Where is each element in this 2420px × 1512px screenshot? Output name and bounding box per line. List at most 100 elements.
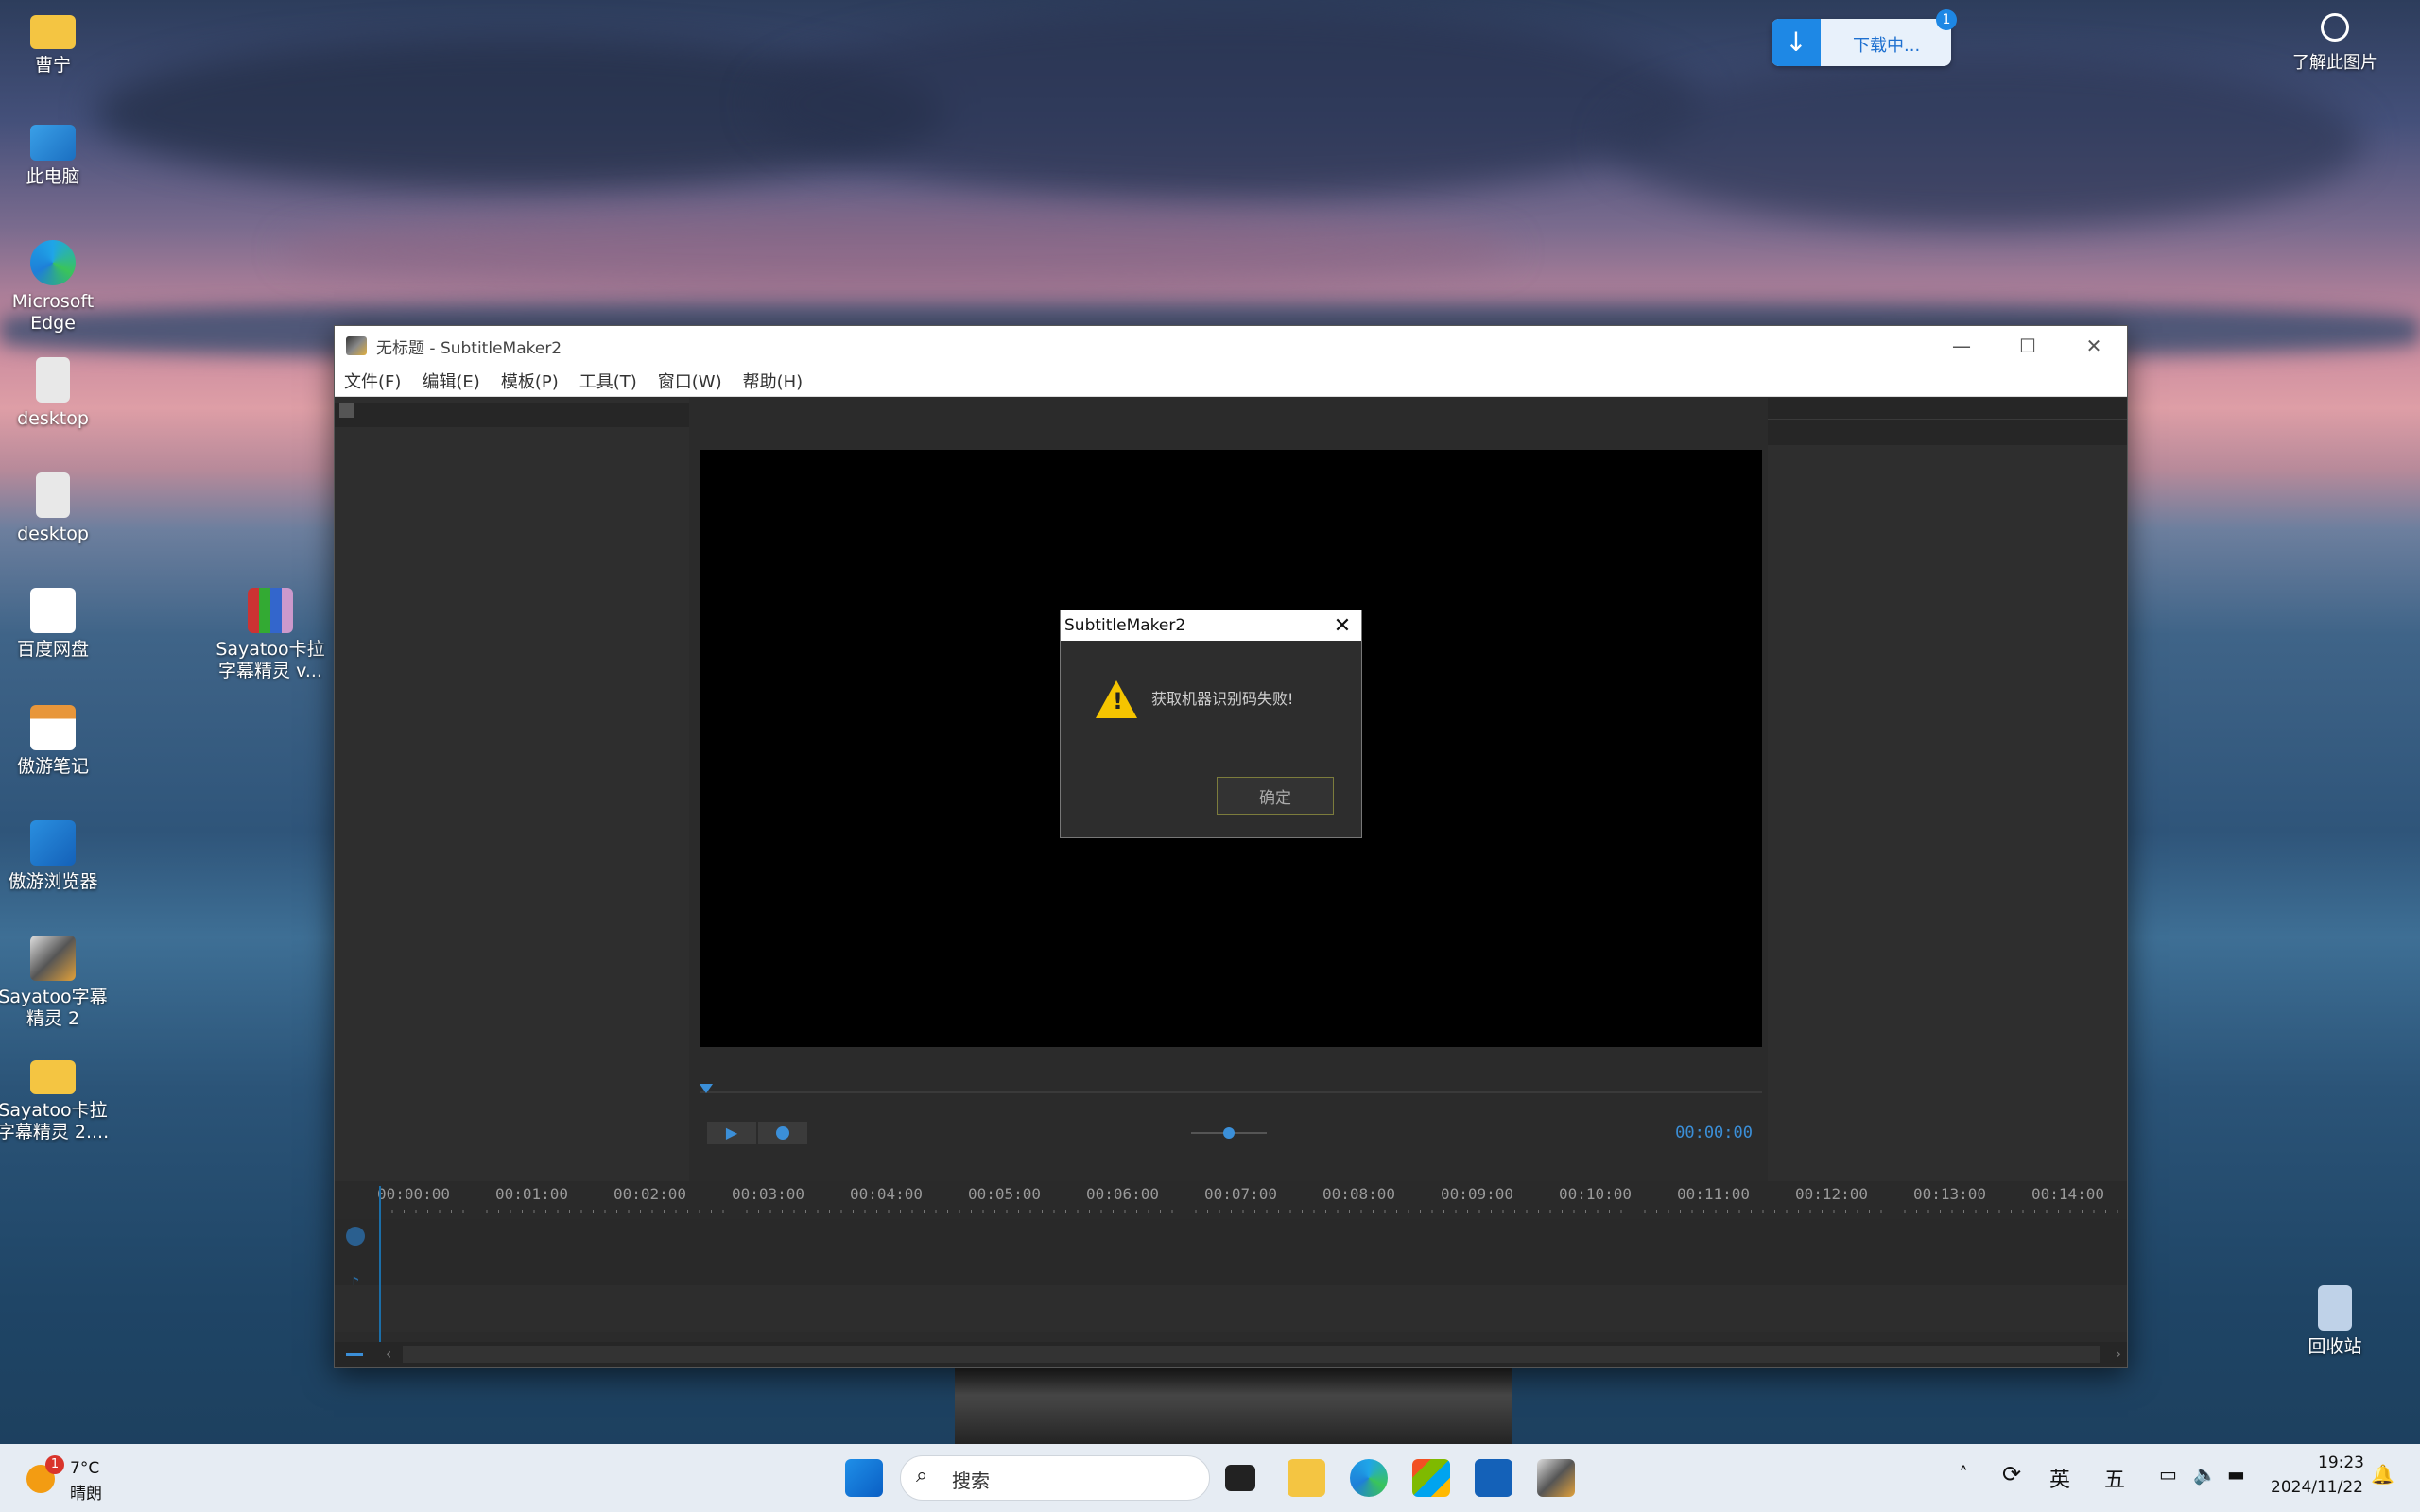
ime-mode[interactable]: 五	[2104, 1463, 2125, 1493]
task-view-icon[interactable]	[1225, 1465, 1255, 1491]
desktop-icon-this-pc[interactable]: 此电脑	[0, 125, 110, 188]
monitor-icon	[30, 125, 76, 161]
menu-window[interactable]: 窗口(W)	[658, 369, 722, 393]
ok-button[interactable]: 确定	[1217, 777, 1334, 815]
volume-knob[interactable]	[1223, 1127, 1235, 1139]
timeline-tick: 00:08:00	[1322, 1185, 1396, 1203]
desktop-icon-baidu[interactable]: 百度网盘	[0, 588, 110, 661]
menu-help[interactable]: 帮助(H)	[743, 369, 804, 393]
tray-chevron-icon[interactable]: ˄	[1959, 1463, 1968, 1486]
edge-taskbar-icon[interactable]	[1350, 1459, 1388, 1497]
search-placeholder: 搜索	[952, 1469, 990, 1492]
desktop-icon-desktop-1[interactable]: desktop	[0, 357, 110, 430]
panel-toggle[interactable]	[339, 403, 354, 418]
timeline-scrollbar[interactable]: ‹ ›	[335, 1342, 2127, 1367]
menu-template[interactable]: 模板(P)	[501, 369, 559, 393]
minimize-button[interactable]: —	[1928, 326, 1995, 366]
download-widget[interactable]: ↓ 下载中... 1	[1772, 9, 1957, 66]
timeline-tick: 00:10:00	[1559, 1185, 1633, 1203]
subtitlemaker-window: 无标题 - SubtitleMaker2 — ☐ ✕ 文件(F) 编辑(E) 模…	[334, 325, 2128, 1368]
scroll-track[interactable]	[403, 1346, 2100, 1363]
search-box[interactable]: ⌕ 搜索	[900, 1455, 1210, 1501]
file-gear-icon	[36, 472, 70, 518]
menu-file[interactable]: 文件(F)	[344, 369, 401, 393]
desktop-icon-label: Microsoft Edge	[11, 291, 95, 334]
timeline-tick: 00:01:00	[495, 1185, 569, 1203]
desktop-icon-sayatoo-karaoke-folder[interactable]: Sayatoo卡拉字幕精灵 2....	[0, 1055, 110, 1143]
transport-controls: ▶ 00:00:00	[700, 1073, 1762, 1177]
search-icon: ⌕	[916, 1464, 928, 1487]
desktop-icon-edge[interactable]: Microsoft Edge	[0, 240, 110, 335]
subtitlemaker-taskbar-icon[interactable]	[1537, 1459, 1575, 1497]
learn-picture-button[interactable]: 了解此图片	[2288, 13, 2382, 74]
desktop-icon-recycle-bin[interactable]: 回收站	[2278, 1285, 2392, 1358]
weather-temp: 7°C	[70, 1459, 100, 1478]
right-panel-header	[1768, 398, 2127, 445]
timeline-subtitle-track[interactable]: ♪	[335, 1219, 2127, 1295]
scroll-right-icon[interactable]: ›	[2116, 1345, 2121, 1363]
play-button[interactable]: ▶	[707, 1122, 756, 1144]
stop-button[interactable]	[758, 1122, 807, 1144]
ime-lang[interactable]: 英	[2049, 1463, 2070, 1493]
timeline-empty-track[interactable]	[335, 1285, 2127, 1332]
volume-icon[interactable]: 🔈	[2193, 1463, 2217, 1486]
file-gear-icon	[36, 357, 70, 403]
desktop-icon-maxthon-browser[interactable]: 傲游浏览器	[0, 820, 110, 893]
timeline-tick: 00:07:00	[1204, 1185, 1278, 1203]
desktop-icon-desktop-2[interactable]: desktop	[0, 472, 110, 545]
weather-badge: 1	[45, 1455, 64, 1474]
timeline-tick: 00:02:00	[614, 1185, 687, 1203]
maxthon-taskbar-icon[interactable]	[1475, 1459, 1512, 1497]
window-titlebar[interactable]: 无标题 - SubtitleMaker2 — ☐ ✕	[335, 326, 2127, 366]
cloud	[284, 208, 1512, 293]
zoom-slider-icon[interactable]	[346, 1353, 363, 1356]
warning-icon: !	[1096, 680, 1137, 718]
weather-widget[interactable]: 1 7°C 晴朗	[21, 1455, 125, 1503]
progress-marker-icon[interactable]	[700, 1084, 713, 1093]
error-dialog: SubtitleMaker2 ✕ ! 获取机器识别码失败! 确定	[1060, 610, 1362, 838]
sync-icon[interactable]: ⟳	[2002, 1461, 2021, 1487]
progress-track[interactable]	[700, 1091, 1762, 1093]
timeline-tick: 00:09:00	[1441, 1185, 1514, 1203]
maximize-button[interactable]: ☐	[1995, 326, 2061, 366]
scroll-left-icon[interactable]: ‹	[386, 1345, 391, 1363]
menu-tools[interactable]: 工具(T)	[579, 369, 637, 393]
battery-icon[interactable]: ▬	[2227, 1463, 2245, 1486]
start-icon[interactable]	[845, 1459, 883, 1497]
network-icon[interactable]: ▭	[2159, 1463, 2177, 1486]
desktop-icon-sayatoo-karaoke[interactable]: Sayatoo卡拉字幕精灵 v...	[214, 588, 327, 682]
folder-icon	[30, 1060, 76, 1094]
timeline-ticks-line	[380, 1210, 2127, 1213]
clock-time[interactable]: 19:23	[2318, 1453, 2364, 1472]
timeline-tick: 00:04:00	[850, 1185, 924, 1203]
timeline-tick: 00:13:00	[1913, 1185, 1987, 1203]
dialog-titlebar[interactable]: SubtitleMaker2 ✕	[1061, 610, 1361, 641]
desktop-icon-label: desktop	[17, 408, 89, 429]
dialog-close-button[interactable]: ✕	[1323, 614, 1361, 638]
volume-slider[interactable]	[1191, 1127, 1267, 1139]
desktop-icon-sayatoo[interactable]: Sayatoo字幕精灵 2	[0, 936, 110, 1030]
timeline-ruler[interactable]: 00:00:00 00:01:00 00:02:00 00:03:00 00:0…	[335, 1181, 2127, 1219]
playhead-line[interactable]	[379, 1186, 381, 1342]
timeline-tick: 00:06:00	[1086, 1185, 1160, 1203]
desktop-icon-folder[interactable]: 曹宁	[0, 9, 110, 77]
file-explorer-icon[interactable]	[1288, 1459, 1325, 1497]
close-button[interactable]: ✕	[2061, 326, 2127, 366]
desktop-icon-label: 傲游浏览器	[8, 871, 98, 892]
desktop-icon-maxthon-notes[interactable]: 傲游笔记	[0, 705, 110, 778]
subtitle-track-icon	[346, 1227, 365, 1246]
desktop-icon-label: 百度网盘	[16, 639, 89, 660]
winrar-icon	[248, 588, 293, 633]
folder-icon	[30, 15, 76, 49]
recycle-bin-icon	[2318, 1285, 2352, 1331]
timeline-tick: 00:00:00	[377, 1185, 451, 1203]
window-title: 无标题 - SubtitleMaker2	[376, 338, 562, 358]
pier	[955, 1361, 1512, 1446]
notification-bell-icon[interactable]: 🔔	[2371, 1463, 2394, 1486]
desktop-icon-label: desktop	[17, 524, 89, 544]
clock-date[interactable]: 2024/11/22	[2271, 1478, 2363, 1497]
store-icon[interactable]	[1412, 1459, 1450, 1497]
menu-edit[interactable]: 编辑(E)	[422, 369, 479, 393]
notes-icon	[30, 705, 76, 750]
learn-picture-label: 了解此图片	[2292, 53, 2377, 73]
